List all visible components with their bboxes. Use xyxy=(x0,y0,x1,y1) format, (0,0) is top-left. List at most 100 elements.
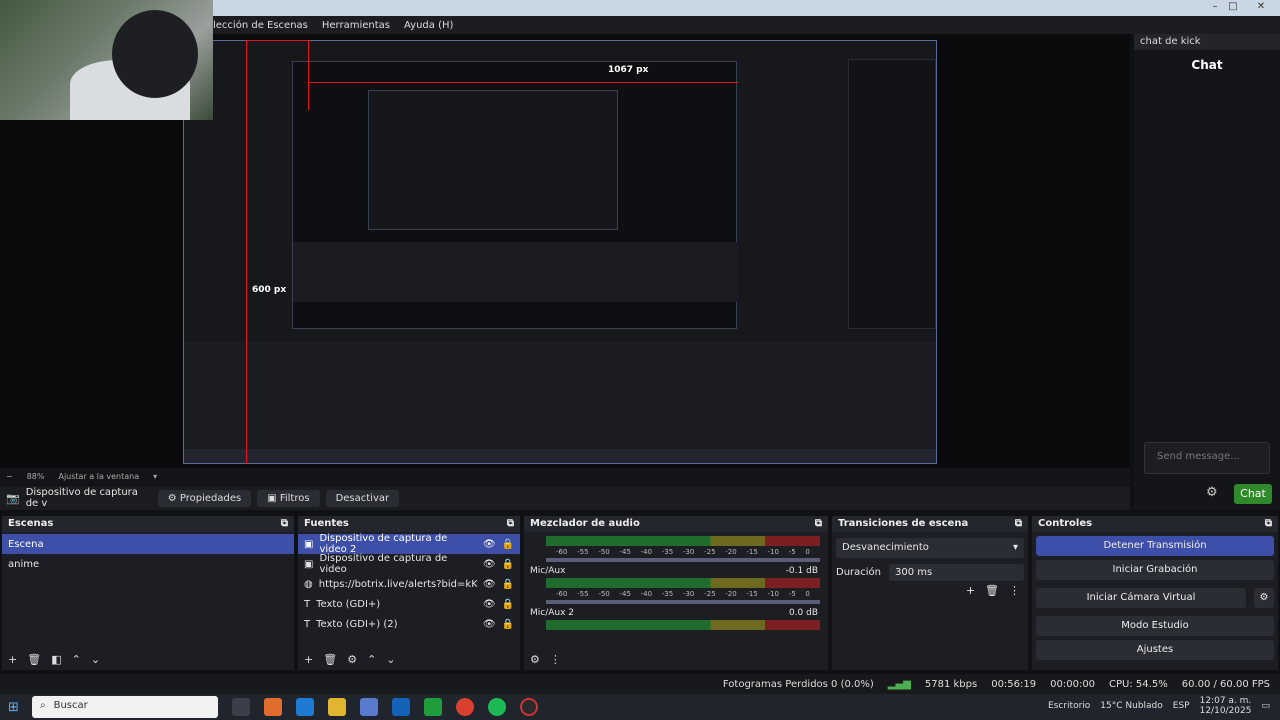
windows-icon[interactable]: ⊞ xyxy=(8,700,19,715)
source-item[interactable]: ▣ Dispositivo de captura de video 2 👁 🔒 xyxy=(298,533,520,555)
source-item[interactable]: ◍https://botrix.live/alerts?bid=kK292Vfj… xyxy=(298,574,520,594)
source-item[interactable]: T Texto (GDI+) 👁 🔒 xyxy=(298,594,520,614)
lock-icon: 🔒 xyxy=(501,618,514,630)
channel-db: 0.0 dB xyxy=(788,608,818,618)
undock-icon[interactable]: ⧉ xyxy=(815,518,822,530)
fit-window-button[interactable]: Ajustar a la ventana xyxy=(58,472,139,481)
menu-dots-icon[interactable]: ⋮ xyxy=(1009,584,1020,597)
studio-mode-button[interactable]: Modo Estudio xyxy=(1036,616,1274,636)
notification-icon[interactable]: ▭ xyxy=(1261,701,1270,711)
minus-icon[interactable]: − xyxy=(6,472,13,481)
trash-icon[interactable]: 🗑 xyxy=(985,584,999,597)
menu-help[interactable]: Ayuda (H) xyxy=(404,20,453,31)
chat-input[interactable]: Send message... xyxy=(1144,442,1270,474)
search-box[interactable]: ⌕ Buscar xyxy=(32,696,218,718)
transitions-dock: Transiciones de escena ⧉ Desvanecimiento ▾… xyxy=(832,516,1028,670)
app-icon[interactable] xyxy=(264,698,282,716)
add-icon[interactable]: + xyxy=(966,584,975,597)
properties-button[interactable]: ⚙ Propiedades xyxy=(157,489,252,507)
spotify-icon[interactable] xyxy=(488,698,506,716)
signal-icon: ▂▄▆ xyxy=(887,678,911,690)
chrome-icon[interactable] xyxy=(456,698,474,716)
undock-icon[interactable]: ⧉ xyxy=(507,518,514,530)
scale-tick: -35 xyxy=(661,590,674,598)
controls-title: Controles xyxy=(1038,518,1093,529)
preview-output[interactable]: 1067 px 600 px xyxy=(183,40,937,464)
lock-icon: 🔒 xyxy=(501,578,514,590)
camera-icon: ▣ xyxy=(304,538,314,550)
chevron-down-icon[interactable]: ▾ xyxy=(153,472,157,481)
duration-input[interactable]: 300 ms xyxy=(889,564,1024,581)
add-icon[interactable]: + xyxy=(8,653,17,666)
trash-icon[interactable]: 🗑 xyxy=(27,653,41,666)
weather[interactable]: 15°C Nublado xyxy=(1100,701,1162,711)
gear-icon[interactable]: ⚙ xyxy=(1206,485,1218,500)
source-item[interactable]: T Texto (GDI+) (2) 👁 🔒 xyxy=(298,614,520,634)
chat-send-button[interactable]: Chat xyxy=(1234,484,1272,504)
xbox-icon[interactable] xyxy=(424,698,442,716)
maximize-icon[interactable]: □ xyxy=(1222,1,1244,12)
edge-icon[interactable] xyxy=(296,698,314,716)
record-time: 00:00:00 xyxy=(1050,678,1096,690)
outlook-icon[interactable] xyxy=(392,698,410,716)
close-icon[interactable]: ✕ xyxy=(1250,1,1272,12)
trash-icon[interactable]: 🗑 xyxy=(323,653,337,666)
scale-tick: -60 xyxy=(556,590,568,598)
nested-preview xyxy=(292,61,738,329)
gear-icon[interactable]: ⚙ xyxy=(347,653,357,666)
mixer-title: Mezclador de audio xyxy=(530,518,640,529)
menu-tools[interactable]: Herramientas xyxy=(322,20,390,31)
scene-item[interactable]: anime xyxy=(2,554,294,574)
filters-button[interactable]: ▣ Filtros xyxy=(257,489,320,507)
scale-tick: -55 xyxy=(577,590,589,598)
language[interactable]: ESP xyxy=(1173,701,1190,711)
desktop-label[interactable]: Escritorio xyxy=(1048,701,1090,711)
audio-mixer-dock: Mezclador de audio ⧉ -60 -55 -50 -45 -40 -35 -3… xyxy=(524,516,828,670)
deactivate-button[interactable]: Desactivar xyxy=(325,489,400,507)
up-icon[interactable]: ⌃ xyxy=(72,653,81,666)
gear-icon[interactable]: ⚙ xyxy=(1254,588,1274,608)
start-recording-button[interactable]: Iniciar Grabación xyxy=(1036,560,1274,580)
add-icon[interactable]: + xyxy=(304,653,313,666)
virtual-camera-button[interactable]: Iniciar Cámara Virtual xyxy=(1036,588,1246,608)
scene-item[interactable]: Escena xyxy=(2,534,294,554)
meter-scale: -60 -55 -50 -45 -40 -35 -30 -25 -20 -15 -10 -5 0 xyxy=(546,590,820,598)
stop-streaming-button[interactable]: Detener Transmisión xyxy=(1036,536,1274,556)
scale-tick: -20 xyxy=(725,590,737,598)
guide-vertical xyxy=(246,40,247,464)
transition-select[interactable]: Desvanecimiento ▾ xyxy=(836,538,1024,558)
scale-tick: -10 xyxy=(767,548,779,556)
guide-horizontal xyxy=(308,82,738,83)
menu-dots-icon[interactable]: ⋮ xyxy=(550,653,561,666)
filter-icon[interactable]: ◧ xyxy=(51,653,61,666)
source-item[interactable]: ▣ Dispositivo de captura de video 👁 🔒 xyxy=(298,553,520,575)
store-icon[interactable] xyxy=(360,698,378,716)
undock-icon[interactable]: ⧉ xyxy=(1265,518,1272,530)
settings-button[interactable]: Ajustes xyxy=(1036,640,1274,660)
menu-scene-collection[interactable]: lección de Escenas xyxy=(213,20,308,31)
scenes-title: Escenas xyxy=(8,518,54,529)
volume-slider[interactable] xyxy=(546,558,820,562)
up-icon[interactable]: ⌃ xyxy=(367,653,376,666)
down-icon[interactable]: ⌄ xyxy=(386,653,395,666)
down-icon[interactable]: ⌄ xyxy=(91,653,100,666)
chat-title: Chat xyxy=(1191,58,1223,72)
scale-tick: -20 xyxy=(725,548,737,556)
obs-icon[interactable] xyxy=(520,698,538,716)
stream-time: 00:56:19 xyxy=(991,678,1037,690)
scale-tick: -45 xyxy=(619,548,631,556)
explorer-icon[interactable] xyxy=(328,698,346,716)
zoom-value: 88% xyxy=(26,471,45,481)
audio-meter xyxy=(546,620,820,630)
volume-slider[interactable] xyxy=(546,600,820,604)
undock-icon[interactable]: ⧉ xyxy=(281,518,288,530)
undock-icon[interactable]: ⧉ xyxy=(1015,518,1022,530)
dropped-frames: Fotogramas Perdidos 0 (0.0%) xyxy=(722,678,874,690)
scale-tick: -60 xyxy=(556,548,568,556)
scale-tick: -25 xyxy=(704,548,716,556)
gear-icon[interactable]: ⚙ xyxy=(530,653,540,666)
scale-tick: -30 xyxy=(682,590,695,598)
task-view-icon[interactable] xyxy=(232,698,250,716)
channel-label: Mic/Aux xyxy=(530,566,566,576)
audio-meter xyxy=(546,536,820,546)
